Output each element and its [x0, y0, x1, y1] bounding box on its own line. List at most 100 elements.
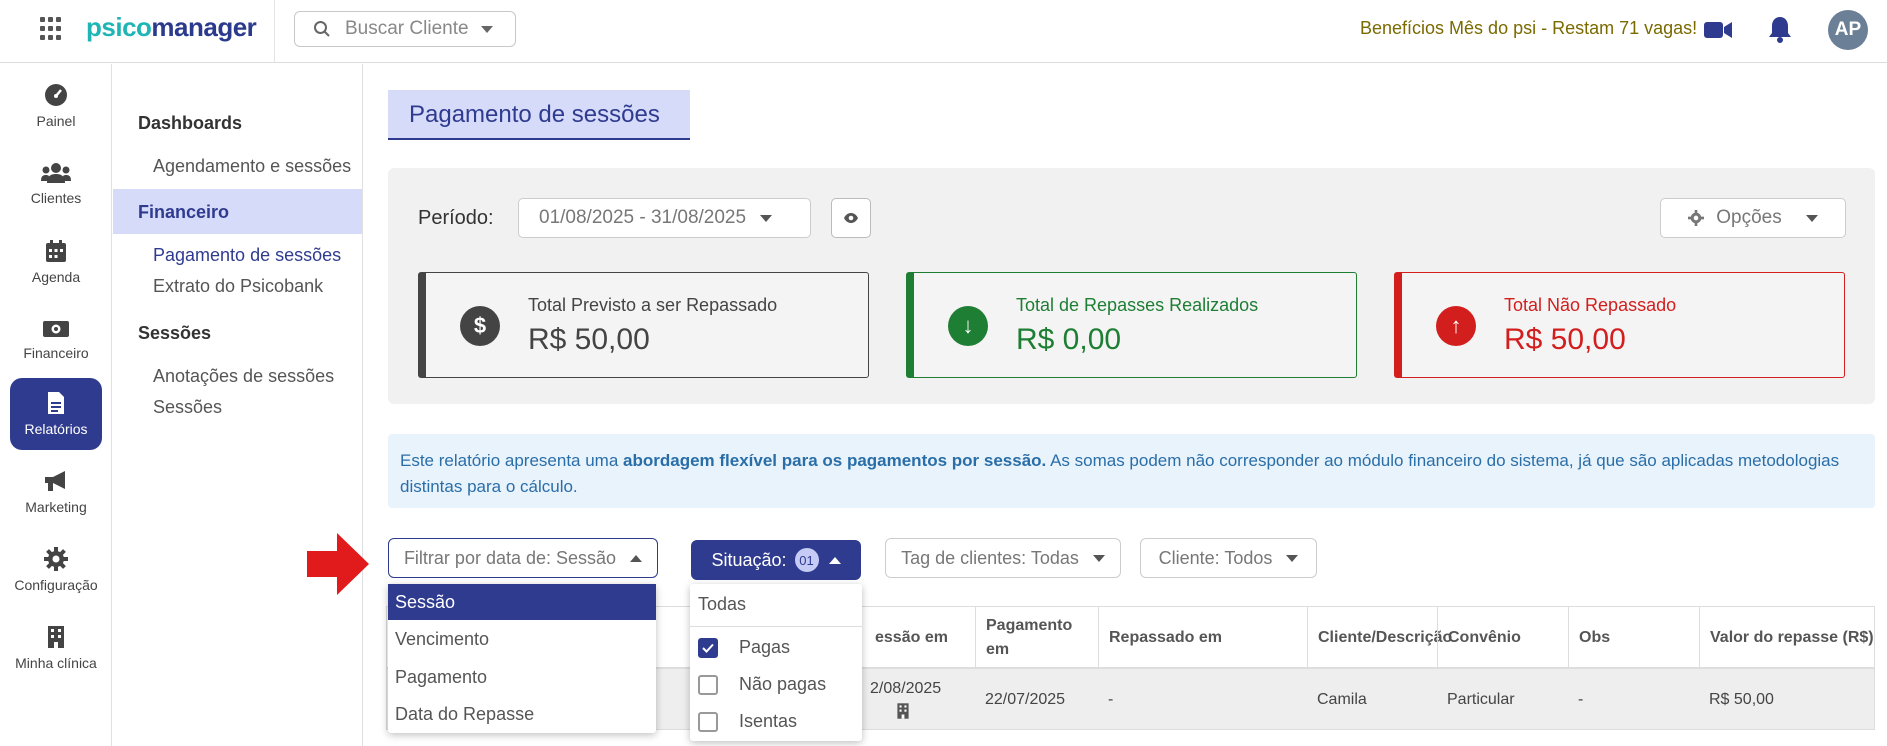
checkbox-checked[interactable]: [698, 637, 718, 658]
td-convenio: Particular: [1447, 691, 1515, 708]
dollar-icon: $: [460, 306, 500, 346]
chevron-up-icon: [828, 556, 841, 564]
nav-item-financeiro[interactable]: Financeiro: [10, 304, 102, 376]
chevron-up-icon: [630, 554, 643, 562]
situacao-option-isentas[interactable]: Isentas: [698, 711, 797, 732]
th-cliente[interactable]: Cliente/Descrição: [1307, 607, 1452, 669]
td-pagamento: 22/07/2025: [985, 691, 1066, 708]
th-valor[interactable]: Valor do repasse (R$): [1699, 607, 1876, 669]
dropdown-option-sessao[interactable]: Sessão: [388, 584, 656, 620]
avatar[interactable]: AP: [1828, 10, 1868, 50]
divider: [274, 0, 275, 63]
nav-label: Marketing: [25, 499, 87, 515]
chevron-down-icon: [480, 25, 493, 33]
users-icon: [41, 163, 71, 183]
arrow-up-icon: ↑: [1436, 306, 1476, 346]
nav-item-clientes[interactable]: Clientes: [10, 148, 102, 220]
card-label: Total Não Repassado: [1504, 295, 1677, 315]
info-text: Este relatório apresenta uma: [400, 451, 624, 470]
video-camera-icon[interactable]: [1703, 19, 1733, 41]
td-obs: -: [1578, 691, 1584, 708]
logo[interactable]: psicomanager: [86, 12, 257, 43]
cliente-filter-button[interactable]: Cliente: Todos: [1140, 538, 1317, 578]
sub-item-anotacoes[interactable]: Anotações de sessões: [153, 366, 334, 387]
sub-item-sessoes[interactable]: Sessões: [153, 397, 222, 418]
nav-item-relatorios[interactable]: Relatórios: [10, 378, 102, 450]
th-repassado[interactable]: Repassado em: [1098, 607, 1307, 669]
situacao-option-nao-pagas[interactable]: Não pagas: [698, 674, 826, 695]
tag-filter-label: Tag de clientes: Todas: [901, 547, 1079, 568]
filter-date-dropdown: Sessão Vencimento Pagamento Data do Repa…: [388, 584, 656, 733]
td-cliente: Camila: [1317, 691, 1367, 708]
periodo-select[interactable]: 01/08/2025 - 31/08/2025: [518, 198, 811, 238]
card-value: R$ 50,00: [1504, 323, 1626, 356]
info-banner: Este relatório apresenta uma abordagem f…: [388, 434, 1875, 508]
promo-link[interactable]: Benefícios Mês do psi - Restam 71 vagas!: [1360, 18, 1697, 39]
apps-grid-icon[interactable]: [40, 17, 64, 41]
th-convenio[interactable]: Convênio: [1437, 607, 1568, 669]
megaphone-icon: [45, 471, 65, 491]
td-valor: R$ 50,00: [1709, 691, 1774, 708]
situacao-filter-button[interactable]: Situação: 01: [691, 540, 861, 580]
nav-item-marketing[interactable]: Marketing: [10, 456, 102, 528]
report-icon: [48, 392, 64, 414]
filter-date-select[interactable]: Filtrar por data de: Sessão: [388, 538, 658, 578]
card-repasses-realizados: ↓ Total de Repasses Realizados R$ 0,00: [906, 272, 1357, 378]
th-pagamento[interactable]: Pagamento em: [975, 607, 1098, 669]
top-bar: psicomanager Buscar Cliente Benefícios M…: [0, 0, 1887, 63]
search-client-select[interactable]: Buscar Cliente: [294, 11, 516, 47]
situacao-count-badge: 01: [794, 548, 819, 572]
sub-item-extrato[interactable]: Extrato do Psicobank: [153, 276, 323, 297]
nav-label: Financeiro: [23, 345, 89, 361]
card-value: R$ 50,00: [528, 323, 650, 356]
dropdown-option-data-repasse[interactable]: Data do Repasse: [388, 696, 656, 732]
money-icon: [43, 321, 69, 337]
gauge-icon: [45, 84, 67, 106]
card-nao-repassado: ↑ Total Não Repassado R$ 50,00: [1394, 272, 1845, 378]
nav-item-painel[interactable]: Painel: [10, 70, 102, 142]
page-title: Pagamento de sessões: [388, 90, 690, 140]
divider: [690, 626, 862, 627]
sub-item-agendamento[interactable]: Agendamento e sessões: [153, 156, 351, 177]
tag-filter-button[interactable]: Tag de clientes: Todas: [885, 538, 1121, 578]
red-arrow-annotation: [307, 533, 369, 595]
sub-heading-financeiro[interactable]: Financeiro: [138, 202, 229, 223]
nav-item-minha-clinica[interactable]: Minha clínica: [10, 612, 102, 684]
situacao-option-todas[interactable]: Todas: [698, 594, 746, 615]
bell-icon[interactable]: [1768, 15, 1792, 43]
gear-icon: [1688, 210, 1705, 226]
gear-icon: [44, 547, 68, 571]
td-repassado: -: [1108, 691, 1114, 708]
calendar-icon: [46, 240, 66, 262]
nav-item-configuracao[interactable]: Configuração: [10, 534, 102, 606]
options-button[interactable]: Opções: [1660, 198, 1846, 238]
dropdown-option-vencimento[interactable]: Vencimento: [388, 621, 656, 657]
nav-label: Minha clínica: [15, 655, 97, 671]
dropdown-option-pagamento[interactable]: Pagamento: [388, 659, 656, 695]
card-label: Total Previsto a ser Repassado: [528, 295, 778, 315]
situacao-option-pagas[interactable]: Pagas: [698, 637, 790, 658]
sub-heading-sessoes: Sessões: [138, 323, 212, 343]
check-icon: [702, 643, 714, 653]
th-obs[interactable]: Obs: [1568, 607, 1699, 669]
sub-nav: Dashboards Agendamento e sessões Finance…: [113, 64, 363, 746]
chevron-down-icon: [1805, 214, 1818, 222]
checkbox[interactable]: [698, 674, 718, 695]
search-placeholder: Buscar Cliente: [345, 18, 469, 39]
option-label: Isentas: [739, 711, 798, 731]
periodo-label: Período:: [418, 207, 494, 229]
summary-panel: Período: 01/08/2025 - 31/08/2025 Opções …: [388, 168, 1875, 404]
nav-label: Agenda: [31, 269, 81, 285]
nav-item-agenda[interactable]: Agenda: [10, 226, 102, 298]
cliente-filter-label: Cliente: Todos: [1158, 547, 1273, 568]
sub-item-pagamento[interactable]: Pagamento de sessões: [153, 245, 341, 266]
nav-label: Configuração: [14, 577, 98, 593]
periodo-value: 01/08/2025 - 31/08/2025: [539, 207, 747, 228]
chevron-down-icon: [760, 214, 773, 222]
option-label: Não pagas: [739, 674, 827, 694]
building-icon: [897, 703, 909, 719]
th-sessao[interactable]: essão em: [865, 607, 975, 669]
toggle-visibility-button[interactable]: [831, 198, 871, 238]
options-label: Opções: [1716, 207, 1782, 228]
checkbox[interactable]: [698, 711, 718, 732]
